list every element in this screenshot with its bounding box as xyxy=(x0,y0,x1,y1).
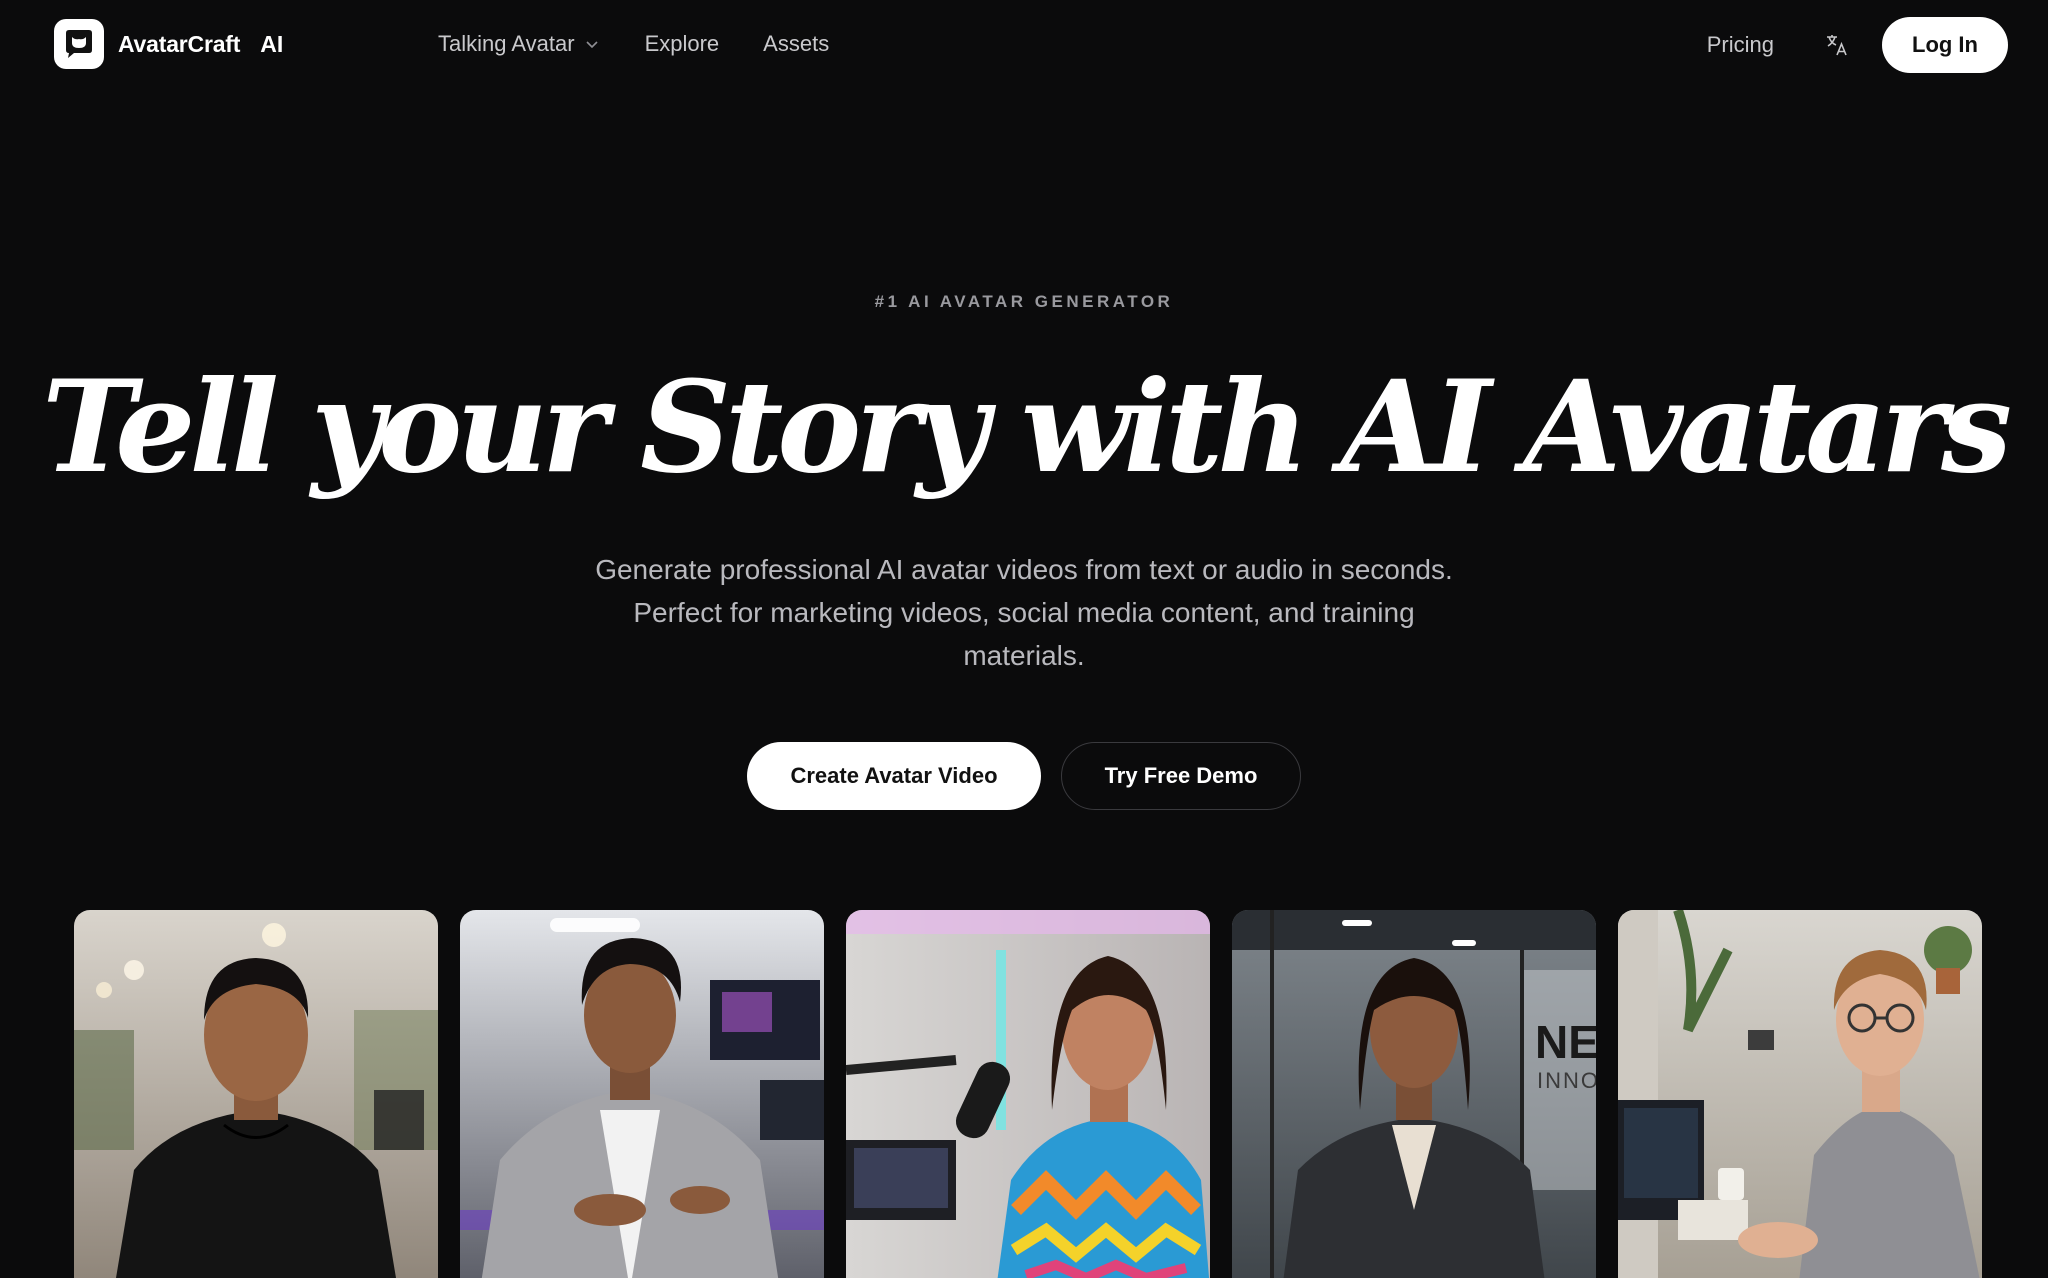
avatar-card-4[interactable]: NE INNO xyxy=(1232,910,1596,1278)
avatar-image-office-black-hoodie xyxy=(74,910,438,1278)
avatar-image-desk-glasses xyxy=(1618,910,1982,1278)
avatar-card-2[interactable] xyxy=(460,910,824,1278)
avatar-image-studio-gray-hoodie xyxy=(460,910,824,1278)
brand-suffix: AI xyxy=(260,30,284,57)
wall-sign-text: NE xyxy=(1535,1016,1596,1068)
chevron-down-icon xyxy=(586,41,598,49)
nav-assets-label: Assets xyxy=(763,31,830,56)
brand-logo-link[interactable]: AvatarCraft AI xyxy=(54,18,283,70)
nav-talking-avatar-label: Talking Avatar xyxy=(438,31,575,56)
top-navbar: AvatarCraft AI Talking Avatar Explore As… xyxy=(0,0,2048,88)
main-nav: Talking Avatar Explore Assets xyxy=(438,26,829,62)
try-free-demo-button[interactable]: Try Free Demo xyxy=(1061,742,1301,810)
avatar-gallery: NE INNO xyxy=(74,910,1984,1278)
avatar-card-5[interactable] xyxy=(1618,910,1982,1278)
hero-subtitle: Generate professional AI avatar videos f… xyxy=(595,554,1453,671)
brand-logo-icon xyxy=(54,19,104,69)
nav-talking-avatar[interactable]: Talking Avatar xyxy=(438,31,599,57)
hero-eyebrow: #1 AI AVATAR GENERATOR xyxy=(874,292,1174,311)
nav-explore-label: Explore xyxy=(644,31,720,56)
landing-page: AvatarCraft AI Talking Avatar Explore As… xyxy=(0,0,2048,1278)
nav-explore[interactable]: Explore xyxy=(645,31,720,57)
nav-assets[interactable]: Assets xyxy=(763,31,829,57)
wall-sign-subtext: INNO xyxy=(1537,1068,1596,1093)
avatar-image-office-blazer: NE INNO xyxy=(1232,910,1596,1278)
avatar-card-1[interactable] xyxy=(74,910,438,1278)
hero-cta-row: Create Avatar Video Try Free Demo xyxy=(0,742,2048,810)
nav-pricing[interactable]: Pricing xyxy=(1707,32,1774,58)
create-avatar-video-button[interactable]: Create Avatar Video xyxy=(747,742,1041,810)
avatar-card-3[interactable] xyxy=(846,910,1210,1278)
login-button[interactable]: Log In xyxy=(1882,17,2008,73)
hero-headline: Tell your Story with AI Avatars xyxy=(41,353,2012,501)
nav-right-group: Pricing Log In xyxy=(1707,17,2008,73)
translate-icon[interactable] xyxy=(1824,32,1850,58)
brand-name: AvatarCraft xyxy=(118,30,241,57)
avatar-image-podcast-colorful-sweater xyxy=(846,910,1210,1278)
